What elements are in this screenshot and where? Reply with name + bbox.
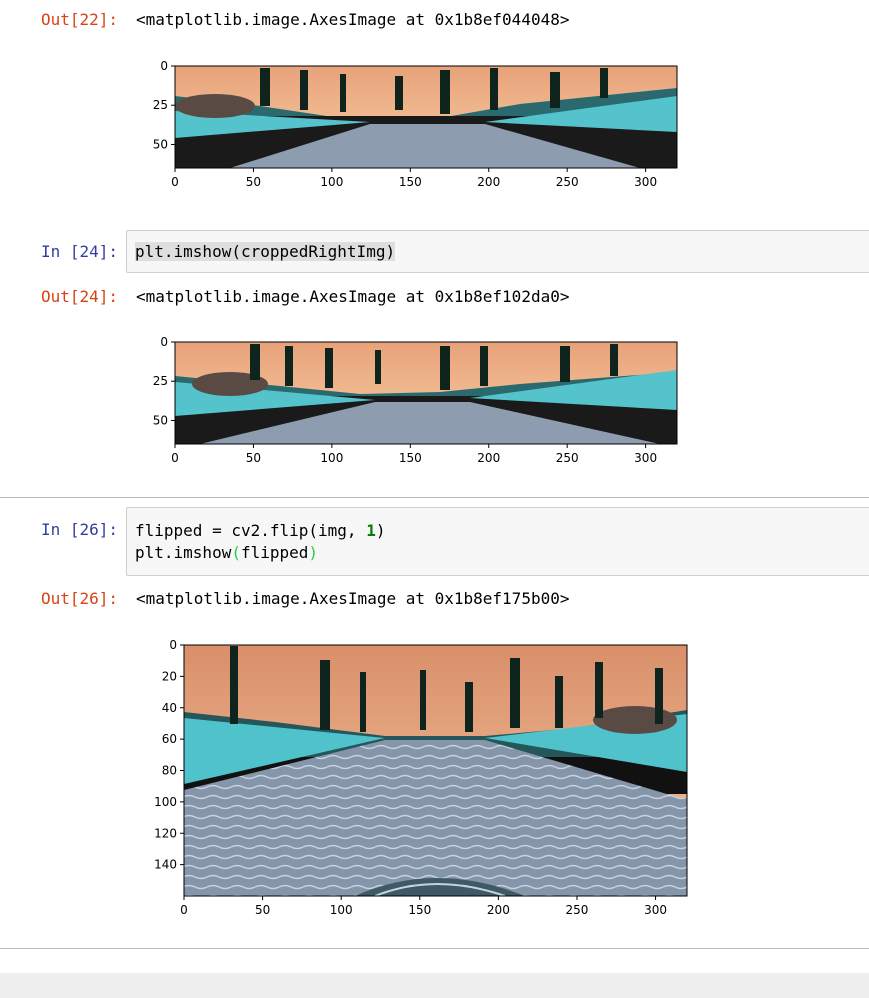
cell-separator <box>0 497 869 498</box>
x-tick-label: 50 <box>255 903 270 917</box>
output-prompt-26: Out[26]: <box>40 589 118 608</box>
x-tick-label: 0 <box>171 175 179 189</box>
y-tick-label: 25 <box>153 374 168 388</box>
plot-image <box>175 342 677 444</box>
y-tick-label: 80 <box>162 764 177 778</box>
notebook-footer <box>0 973 869 998</box>
plot-image <box>175 66 677 168</box>
x-tick-label: 250 <box>556 451 579 465</box>
code-paren-open: ( <box>231 543 241 562</box>
code-line-2-func: plt.imshow <box>135 543 232 562</box>
x-tick-label: 150 <box>399 451 422 465</box>
plot-flipped-image: 0 50 100 150 200 250 300 0 20 40 60 80 100 120 140 <box>154 638 688 917</box>
y-tick-label: 40 <box>162 701 177 715</box>
plot-image <box>184 645 687 897</box>
code-line-2[interactable]: plt.imshow(flipped) <box>135 543 318 563</box>
x-tick-label: 200 <box>477 175 500 189</box>
x-tick-label: 0 <box>180 903 188 917</box>
input-prompt-24: In [24]: <box>40 242 118 261</box>
output-prompt-22: Out[22]: <box>40 10 118 29</box>
x-tick-label: 200 <box>487 903 510 917</box>
x-tick-label: 50 <box>246 451 261 465</box>
x-tick-label: 250 <box>556 175 579 189</box>
code-line-1-start: flipped = cv2.flip(img, <box>135 521 367 540</box>
y-tick-label: 50 <box>153 137 168 151</box>
y-tick-label: 120 <box>154 826 177 840</box>
x-tick-label: 150 <box>399 175 422 189</box>
code-line-2-arg: flipped <box>240 543 309 562</box>
x-tick-label: 300 <box>644 903 667 917</box>
code-paren-close: ) <box>308 543 319 562</box>
output-prompt-24: Out[24]: <box>40 287 118 306</box>
y-tick-label: 100 <box>154 795 177 809</box>
output-text-24: <matplotlib.image.AxesImage at 0x1b8ef10… <box>136 287 570 306</box>
y-tick-label: 20 <box>162 669 177 683</box>
x-tick-label: 100 <box>320 451 343 465</box>
output-text-22: <matplotlib.image.AxesImage at 0x1b8ef04… <box>136 10 570 29</box>
y-tick-label: 0 <box>169 638 177 652</box>
code-cell-26[interactable]: flipped = cv2.flip(img, 1) plt.imshow(fl… <box>126 507 869 576</box>
x-tick-label: 200 <box>477 451 500 465</box>
x-tick-label: 100 <box>320 175 343 189</box>
cell-separator <box>0 948 869 949</box>
code-text[interactable]: plt.imshow(croppedRightImg) <box>135 242 396 261</box>
code-line[interactable]: plt.imshow(croppedRightImg) <box>135 242 396 262</box>
plot-cropped-image: 0 50 100 150 200 250 300 0 25 50 <box>153 59 678 189</box>
y-tick-label: 0 <box>160 59 168 73</box>
y-tick-label: 60 <box>162 732 177 746</box>
x-tick-label: 150 <box>408 903 431 917</box>
code-line-1-end: ) <box>375 521 386 540</box>
y-tick-label: 25 <box>153 98 168 112</box>
code-line-1[interactable]: flipped = cv2.flip(img, 1) <box>135 521 385 541</box>
code-cell-24[interactable]: plt.imshow(croppedRightImg) <box>126 230 869 273</box>
x-tick-label: 50 <box>246 175 261 189</box>
x-tick-label: 100 <box>330 903 353 917</box>
input-prompt-26: In [26]: <box>40 520 118 539</box>
code-number: 1 <box>366 521 376 540</box>
x-tick-label: 0 <box>171 451 179 465</box>
x-tick-label: 300 <box>634 451 657 465</box>
x-tick-label: 250 <box>566 903 589 917</box>
plot-cropped-right-image: 0 50 100 150 200 250 300 0 25 50 <box>153 335 678 465</box>
x-tick-label: 300 <box>634 175 657 189</box>
y-tick-label: 0 <box>160 335 168 349</box>
y-tick-label: 140 <box>154 858 177 872</box>
output-text-26: <matplotlib.image.AxesImage at 0x1b8ef17… <box>136 589 570 608</box>
y-tick-label: 50 <box>153 413 168 427</box>
